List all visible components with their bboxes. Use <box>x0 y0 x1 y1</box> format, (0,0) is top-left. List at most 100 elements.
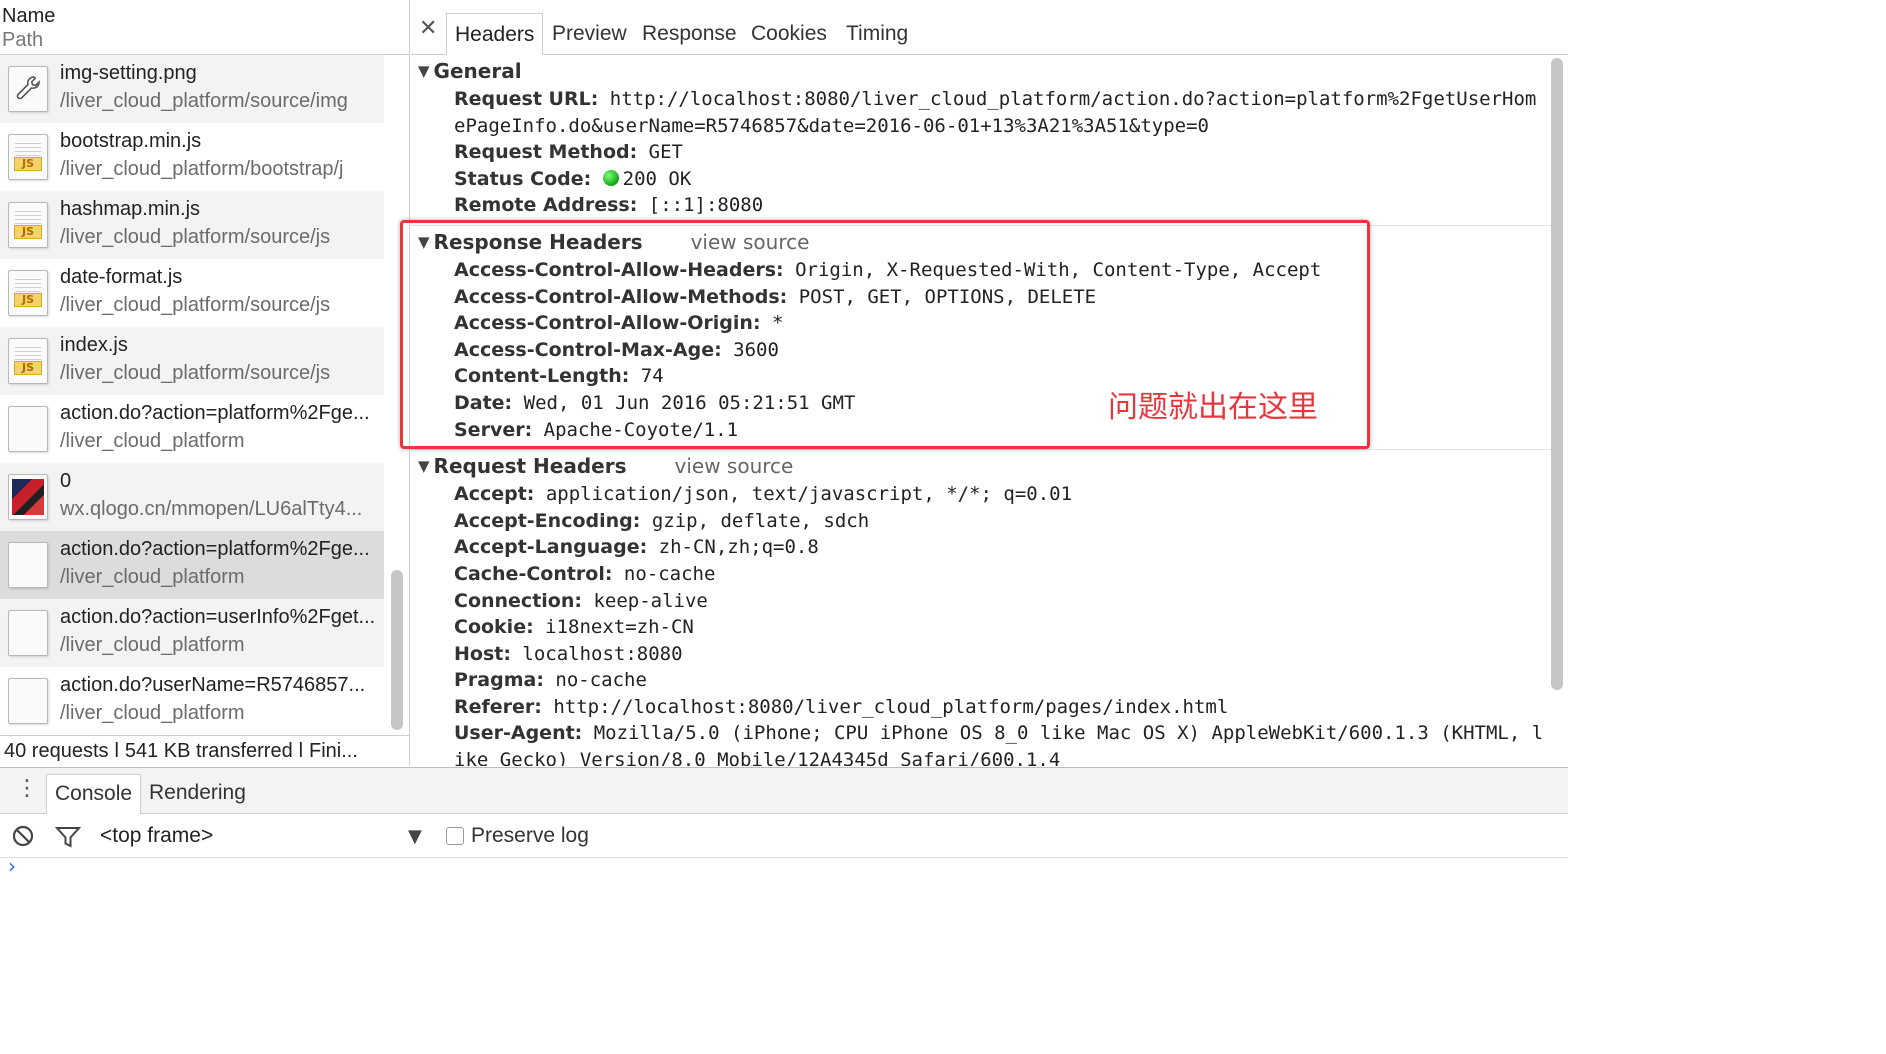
request-header-item: Cache-Control: no-cache <box>411 561 1551 588</box>
list-column-header[interactable]: Name Path <box>0 0 409 55</box>
header-value: 200 OK <box>622 167 692 190</box>
header-value: [::1]:8080 <box>648 194 764 217</box>
request-path: /liver_cloud_platform/bootstrap/j <box>60 158 344 180</box>
response-header-item: Server: Apache-Coyote/1.1 <box>411 417 1551 444</box>
general-request-url: Request URL: http://localhost:8080/liver… <box>411 86 1551 139</box>
header-value: localhost:8080 <box>522 642 683 665</box>
column-path-label: Path <box>2 29 44 51</box>
header-key: Request URL: <box>454 88 599 110</box>
request-name: action.do?userName=R5746857... <box>60 674 366 696</box>
header-value: no-cache <box>555 669 647 692</box>
request-row[interactable]: JS date-format.js /liver_cloud_platform/… <box>0 259 384 327</box>
request-list: img-setting.png /liver_cloud_platform/so… <box>0 55 384 735</box>
drawer-tab-bar: ⋮ Console Rendering <box>0 768 1568 814</box>
tab-console[interactable]: Console <box>46 774 142 814</box>
console-input-line[interactable]: › <box>0 854 1568 881</box>
response-header-item: Access-Control-Max-Age: 3600 <box>411 337 1551 364</box>
header-key: Access-Control-Allow-Headers: <box>454 258 784 281</box>
request-row[interactable]: action.do?userName=R5746857... /liver_cl… <box>0 667 384 735</box>
request-list-scrollbar[interactable] <box>391 570 403 730</box>
view-source-link[interactable]: view source <box>691 230 810 254</box>
preserve-log-checkbox[interactable] <box>446 827 464 845</box>
general-status-code: Status Code: 200 OK <box>411 166 1551 193</box>
header-value: * <box>772 312 784 335</box>
tab-preview[interactable]: Preview <box>544 13 635 55</box>
request-header-item: Accept-Language: zh-CN,zh;q=0.8 <box>411 534 1551 561</box>
header-value: 3600 <box>733 338 779 361</box>
request-row[interactable]: 0 wx.qlogo.cn/mmopen/LU6alTty4... <box>0 463 384 531</box>
header-key: Connection: <box>454 589 582 612</box>
blank-file-icon <box>8 610 48 656</box>
view-source-link[interactable]: view source <box>675 454 794 478</box>
tab-response[interactable]: Response <box>634 13 745 55</box>
general-section-toggle[interactable]: ▼ General <box>411 56 1551 86</box>
header-key: Accept-Encoding: <box>454 509 641 532</box>
header-value: Apache-Coyote/1.1 <box>543 418 739 441</box>
header-key: Access-Control-Max-Age: <box>454 338 722 361</box>
header-key: Host: <box>454 642 511 665</box>
js-file-icon: JS <box>8 338 48 384</box>
header-value: Origin, X-Requested-With, Content-Type, … <box>795 258 1322 281</box>
request-name: date-format.js <box>60 266 183 288</box>
tab-headers[interactable]: Headers <box>446 13 544 55</box>
blank-file-icon <box>8 678 48 724</box>
general-section: ▼ General Request URL: http://localhost:8… <box>411 55 1551 226</box>
network-request-list-pane: Name Path img-setting.png /liver_cloud_p… <box>0 0 410 766</box>
header-value: 74 <box>640 365 664 388</box>
request-name: index.js <box>60 334 128 356</box>
tab-rendering[interactable]: Rendering <box>141 774 254 814</box>
clear-console-icon[interactable] <box>12 825 34 852</box>
request-name: action.do?action=userInfo%2Fget... <box>60 606 376 628</box>
blank-file-icon <box>8 542 48 588</box>
header-key: Cookie: <box>454 616 534 639</box>
request-header-item: Accept: application/json, text/javascrip… <box>411 481 1551 508</box>
header-key: Referer: <box>454 695 542 718</box>
wrench-icon <box>8 66 48 112</box>
request-name: img-setting.png <box>60 62 197 84</box>
request-path: wx.qlogo.cn/mmopen/LU6alTty4... <box>60 498 363 520</box>
header-key: User-Agent: <box>454 722 583 745</box>
detail-scrollbar[interactable] <box>1551 58 1563 690</box>
tab-timing[interactable]: Timing <box>838 13 916 55</box>
column-name-label: Name <box>2 5 56 27</box>
header-value: http://localhost:8080/liver_cloud_platfo… <box>454 88 1537 137</box>
request-row[interactable]: JS hashmap.min.js /liver_cloud_platform/… <box>0 191 384 259</box>
header-key: Server: <box>454 418 533 441</box>
request-row[interactable]: action.do?action=userInfo%2Fget... /live… <box>0 599 384 667</box>
filter-icon[interactable] <box>54 826 82 853</box>
headers-content: ▼ General Request URL: http://localhost:8… <box>411 55 1551 766</box>
status-ok-icon <box>602 169 619 186</box>
request-row[interactable]: JS index.js /liver_cloud_platform/source… <box>0 327 384 395</box>
header-key: Access-Control-Allow-Origin: <box>454 312 761 335</box>
general-request-method: Request Method: GET <box>411 139 1551 166</box>
response-header-item: Access-Control-Allow-Methods: POST, GET,… <box>411 284 1551 311</box>
header-key: Content-Length: <box>454 365 630 388</box>
more-options-icon[interactable]: ⋮ <box>16 778 38 800</box>
request-row[interactable]: img-setting.png /liver_cloud_platform/so… <box>0 55 384 123</box>
response-headers-toggle[interactable]: ▼ Response Headers view source <box>411 227 1551 257</box>
request-row[interactable]: JS bootstrap.min.js /liver_cloud_platfor… <box>0 123 384 191</box>
header-value: application/json, text/javascript, */*; … <box>545 483 1073 506</box>
request-header-item: Pragma: no-cache <box>411 667 1551 694</box>
header-value: zh-CN,zh;q=0.8 <box>658 536 819 559</box>
header-key: Date: <box>454 391 513 414</box>
request-row[interactable]: action.do?action=platform%2Fge... /liver… <box>0 395 384 463</box>
request-header-item: Host: localhost:8080 <box>411 641 1551 668</box>
triangle-down-icon: ▼ <box>418 457 430 476</box>
header-value: gzip, deflate, sdch <box>651 509 870 532</box>
tab-cookies[interactable]: Cookies <box>743 13 835 55</box>
frame-selector[interactable]: <top frame> <box>100 823 213 849</box>
dropdown-arrow-icon[interactable]: ▼ <box>408 826 422 847</box>
annotation-text: 问题就出在这里 <box>1108 390 1318 425</box>
section-title: General <box>433 59 522 83</box>
header-key: Pragma: <box>454 669 544 692</box>
request-headers-toggle[interactable]: ▼ Request Headers view source <box>411 451 1551 481</box>
header-value: i18next=zh-CN <box>545 616 694 639</box>
general-remote-address: Remote Address: [::1]:8080 <box>411 192 1551 219</box>
response-headers-section: ▼ Response Headers view source Access-Cont… <box>411 226 1551 451</box>
close-icon[interactable]: ✕ <box>419 18 437 40</box>
header-key: Cache-Control: <box>454 562 613 585</box>
request-row-selected[interactable]: action.do?action=platform%2Fge... /liver… <box>0 531 384 599</box>
blank-file-icon <box>8 406 48 452</box>
js-file-icon: JS <box>8 134 48 180</box>
